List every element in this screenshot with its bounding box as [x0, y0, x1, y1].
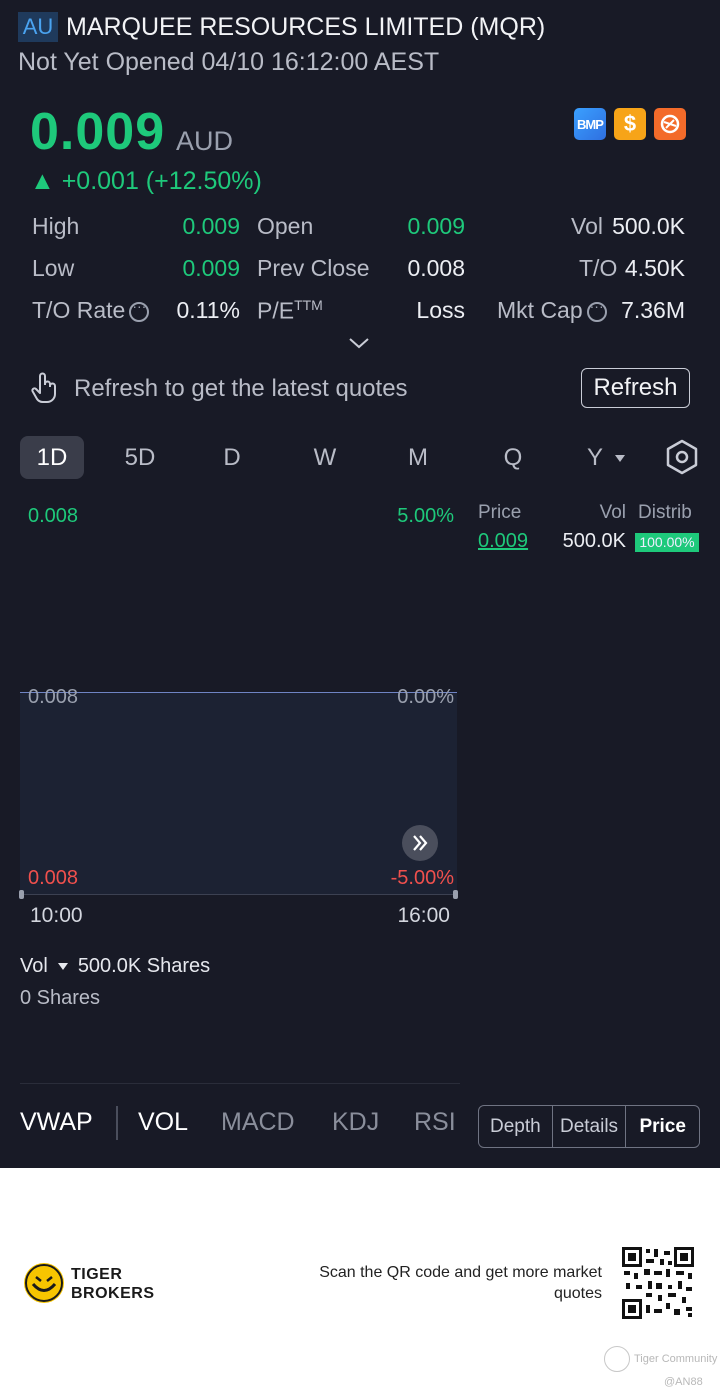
vol-value: 500.0K	[612, 213, 685, 239]
dist-row-vol: 500.0K	[562, 530, 626, 552]
tab-w[interactable]: W	[298, 436, 352, 479]
high-value: 0.009	[182, 213, 240, 239]
vol-label: Vol	[571, 213, 603, 239]
panel-segmented-control: Depth Details Price	[478, 1105, 700, 1148]
time-start: 10:00	[30, 904, 83, 927]
mkt-cap-label: Mkt Cap	[497, 297, 607, 324]
to-rate-text: T/O Rate	[32, 297, 126, 323]
market-badge: AU	[18, 12, 58, 42]
dist-header-distrib: Distrib	[638, 502, 692, 523]
watermark-user: @AN88	[664, 1376, 703, 1388]
more-info-icon[interactable]	[129, 298, 150, 322]
low-label: Low	[32, 255, 75, 281]
chart-price-top: 0.008	[28, 505, 79, 527]
tab-1d[interactable]: 1D	[20, 436, 84, 479]
market-status: Not Yet Opened 04/10 16:12:00 AEST	[18, 48, 440, 76]
pe-text: P/E	[257, 297, 295, 324]
volume-label[interactable]: Vol	[20, 955, 48, 977]
chevron-down-icon[interactable]	[348, 332, 370, 354]
volume-shares: 500.0K Shares	[77, 955, 211, 977]
stock-name: MARQUEE RESOURCES LIMITED (MQR)	[66, 13, 546, 41]
chart-settings-icon[interactable]	[663, 438, 701, 476]
tab-5d[interactable]: 5D	[110, 436, 170, 479]
hand-pointer-icon	[31, 372, 56, 403]
segment-price[interactable]: Price	[626, 1106, 699, 1147]
refresh-message: Refresh to get the latest quotes	[74, 375, 408, 402]
chart-scroll-handle[interactable]	[19, 890, 24, 899]
volume-summary: Vol 500.0K Shares	[20, 955, 210, 978]
tab-m[interactable]: M	[391, 436, 445, 479]
mkt-cap-text: Mkt Cap	[497, 297, 583, 323]
currency: AUD	[176, 126, 234, 156]
chart-price-bottom: 0.008	[28, 867, 79, 889]
dropdown-icon[interactable]	[57, 963, 68, 971]
time-end: 16:00	[397, 904, 450, 927]
volume-sub: 0 Shares	[20, 987, 101, 1009]
indicator-rsi[interactable]: RSI	[414, 1108, 456, 1137]
dist-header-price: Price	[478, 502, 522, 523]
prev-close-value: 0.008	[407, 255, 465, 281]
stock-quote-screen: AU MARQUEE RESOURCES LIMITED (MQR) Not Y…	[0, 0, 720, 1168]
tab-y-label: Y	[586, 444, 603, 471]
refresh-button[interactable]: Refresh	[581, 368, 690, 408]
qr-caption: Scan the QR code and get more market quo…	[319, 1264, 602, 1302]
community-logo-icon	[604, 1346, 630, 1372]
dropdown-icon	[615, 455, 625, 463]
dist-header-vol: Vol	[599, 502, 626, 523]
chart-pct-top: 5.00%	[397, 505, 454, 527]
last-price: 0.009	[30, 103, 166, 161]
qr-code-icon	[622, 1247, 694, 1319]
tiger-logo	[24, 1263, 64, 1303]
prev-close-label: Prev Close	[257, 255, 370, 281]
segment-details[interactable]: Details	[553, 1106, 627, 1147]
brand-name: TIGER BROKERS	[71, 1265, 155, 1303]
pe-superscript: TTM	[294, 297, 323, 313]
dist-row-bar: 100.00%	[635, 533, 699, 552]
divider	[20, 1083, 460, 1084]
tab-d[interactable]: D	[205, 436, 259, 479]
price-change: ▲ +0.001 (+12.50%)	[30, 167, 262, 195]
tab-q[interactable]: Q	[486, 436, 540, 479]
turnover-value: 4.50K	[624, 255, 685, 281]
chart-scroll-handle[interactable]	[453, 890, 458, 899]
chart-bottom-axis	[20, 894, 457, 895]
open-label: Open	[257, 213, 314, 239]
dist-row-price[interactable]: 0.009	[478, 530, 528, 553]
pe-value: Loss	[416, 297, 465, 323]
to-rate-label: T/O Rate	[32, 297, 150, 324]
indicator-vol[interactable]: VOL	[138, 1108, 188, 1137]
indicator-macd[interactable]: MACD	[221, 1108, 295, 1137]
to-rate-value: 0.11%	[176, 297, 240, 323]
intraday-chart-area[interactable]	[20, 693, 457, 895]
bmp-icon[interactable]: BMP	[574, 108, 606, 140]
double-chevron-right-icon	[413, 835, 428, 851]
scroll-latest-button[interactable]	[402, 825, 438, 861]
watermark: Tiger Community	[634, 1353, 718, 1365]
divider	[116, 1106, 118, 1140]
brand-line-1: TIGER	[71, 1266, 123, 1283]
brand-line-2: BROKERS	[71, 1285, 155, 1302]
tab-y[interactable]: Y	[576, 436, 636, 479]
chart-price-mid: 0.008	[28, 686, 79, 708]
chart-pct-bottom: -5.00%	[390, 867, 454, 889]
dollar-icon[interactable]: $	[614, 108, 646, 140]
segment-depth[interactable]: Depth	[479, 1106, 553, 1147]
tiger-icon[interactable]	[654, 108, 686, 140]
mkt-cap-value: 7.36M	[621, 297, 685, 323]
indicator-kdj[interactable]: KDJ	[332, 1108, 379, 1137]
open-value: 0.009	[407, 213, 465, 239]
indicator-vwap[interactable]: VWAP	[20, 1108, 93, 1137]
pe-label: P/ETTM	[257, 297, 323, 325]
low-value: 0.009	[182, 255, 240, 281]
high-label: High	[32, 213, 80, 239]
chart-pct-mid: 0.00%	[397, 686, 454, 708]
